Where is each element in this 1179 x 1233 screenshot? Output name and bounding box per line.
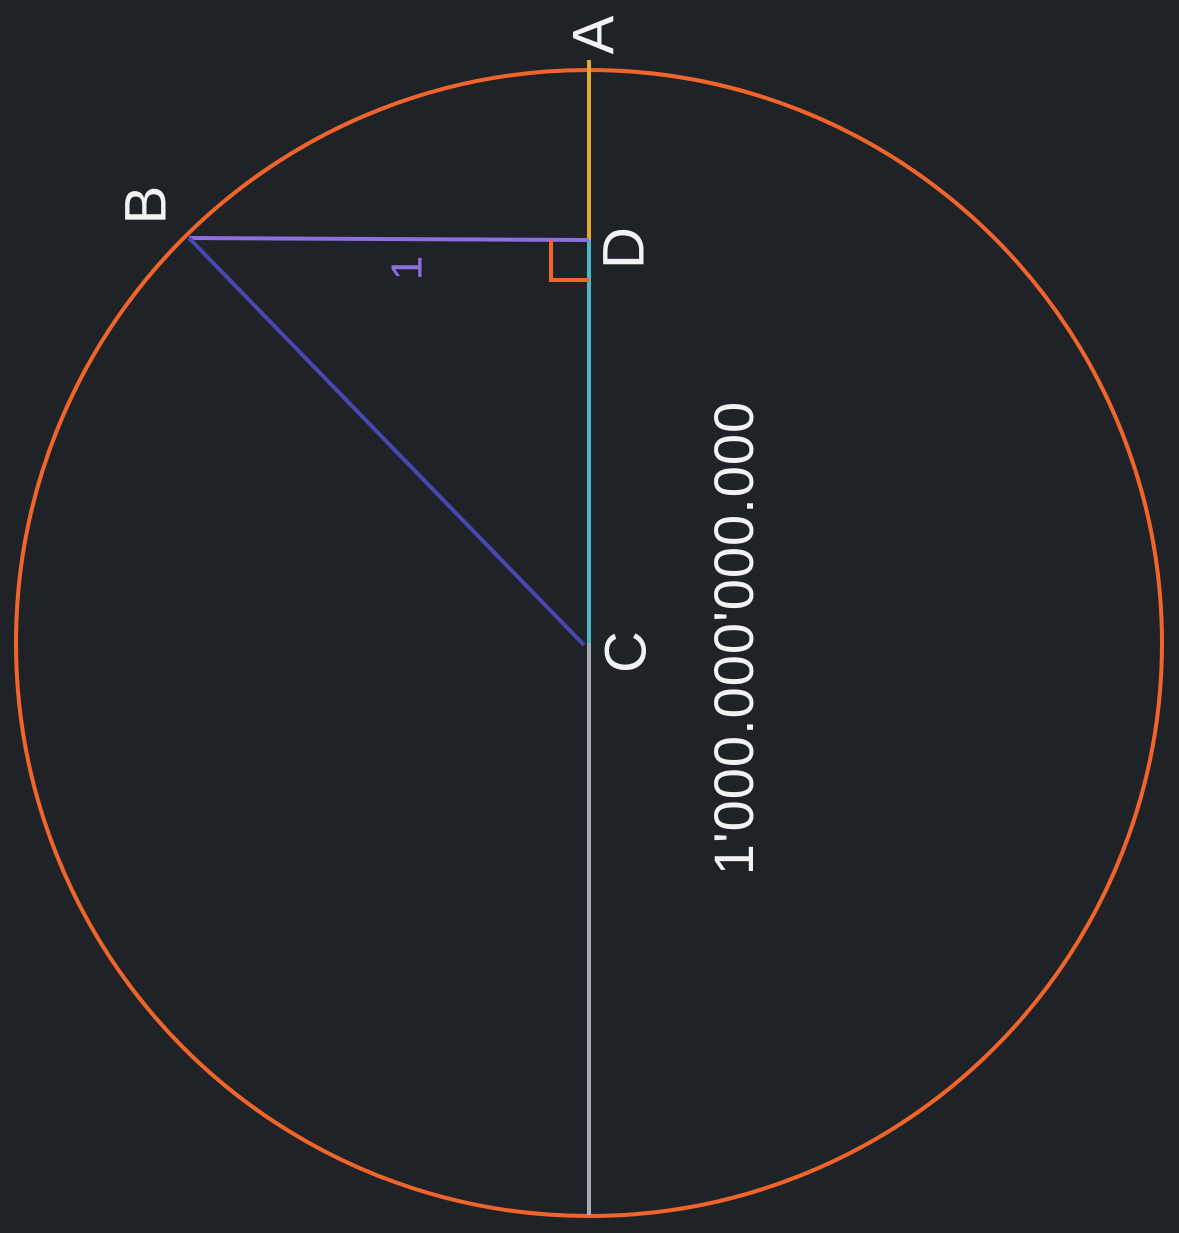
point-b-label: B (113, 186, 178, 225)
point-d-label: D (591, 227, 656, 269)
geometry-diagram: A B D C 1 1'000.000'000.000 (0, 0, 1179, 1233)
point-c-label: C (593, 631, 658, 673)
bd-length-label: 1 (383, 256, 432, 280)
diameter-length-label: 1'000.000'000.000 (702, 401, 765, 875)
point-a-label: A (561, 15, 626, 54)
segment-bd (188, 236, 590, 242)
